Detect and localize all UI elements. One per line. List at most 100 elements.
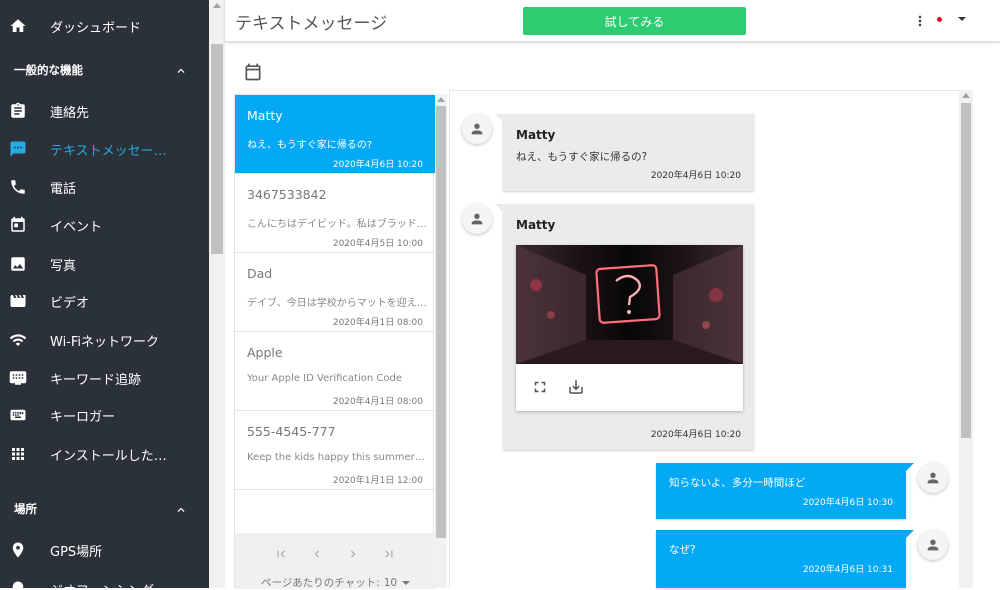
sidebar-item-label: テキストメッセー… <box>50 143 167 159</box>
sidebar-item-keyword-tracking[interactable]: キーワード追跡 <box>0 359 209 397</box>
chat-preview: Keep the kids happy this summer with <box>247 452 427 463</box>
scrollbar-thumb[interactable] <box>211 44 223 254</box>
message-bubble-incoming: Matty 2020年4月6日 10:20 <box>495 204 754 450</box>
phone-icon <box>11 180 25 194</box>
contacts-icon <box>11 102 25 118</box>
sidebar-item-label: 写真 <box>50 258 77 274</box>
chat-name: Dad <box>247 266 273 281</box>
chat-item[interactable]: Dad デイブ、今日は学校からマットを迎えに行って 2020年4月1日 08:0… <box>235 253 435 332</box>
chat-item[interactable]: Apple Your Apple ID Verification Code 20… <box>235 332 435 411</box>
sidebar-item-events[interactable]: イベント <box>0 206 209 244</box>
scrollbar-thumb[interactable] <box>436 106 446 538</box>
message-text: なぜ? <box>669 544 696 556</box>
chat-time: 2020年4月5日 10:00 <box>332 239 423 249</box>
message-time: 2020年4月6日 10:31 <box>802 565 893 575</box>
message-bubble-incoming: Matty ねえ、もうすぐ家に帰るの? 2020年4月6日 10:20 <box>495 114 754 191</box>
sidebar-item-label: キーワード追跡 <box>50 372 142 388</box>
message-bubble-outgoing: なぜ? 2020年4月6日 10:31 <box>656 530 914 588</box>
calendar-icon[interactable] <box>243 62 263 82</box>
sidebar-item-geofencing[interactable]: ジオフェンシング <box>0 570 209 588</box>
message-thread: Matty ねえ、もうすぐ家に帰るの? 2020年4月6日 10:20 Matt… <box>449 90 959 588</box>
chat-name: Matty <box>247 108 283 123</box>
keyboard-icon <box>10 409 26 421</box>
sidebar-item-dashboard[interactable]: ダッシュボード <box>0 7 209 45</box>
chat-preview: Your Apple ID Verification Code <box>247 373 402 384</box>
caret-down-icon <box>402 581 411 585</box>
sidebar-item-label: ダッシュボード <box>50 20 142 36</box>
sidebar-item-label: 電話 <box>50 181 77 197</box>
section-label: 一般的な機能 <box>14 63 83 77</box>
sidebar-item-wifi[interactable]: Wi-Fiネットワーク <box>0 321 209 359</box>
message-icon <box>10 141 26 157</box>
section-label: 場所 <box>14 502 37 516</box>
sidebar-item-label: キーロガー <box>50 409 116 425</box>
chevron-up-icon <box>177 68 185 73</box>
sidebar-item-photos[interactable]: 写真 <box>0 245 209 283</box>
download-icon[interactable] <box>567 378 585 396</box>
chat-name: 3467533842 <box>247 187 327 202</box>
person-icon <box>471 213 483 225</box>
sidebar-item-label: ビデオ <box>50 295 90 311</box>
sidebar-item-contacts[interactable]: 連絡先 <box>0 92 209 130</box>
last-page-icon[interactable] <box>382 547 396 561</box>
try-it-button[interactable]: 試してみる <box>523 7 746 35</box>
header: テキストメッセージ 試してみる <box>225 0 1000 42</box>
first-page-icon[interactable] <box>274 547 288 561</box>
sidebar-item-phone[interactable]: 電話 <box>0 168 209 206</box>
home-icon <box>10 19 26 32</box>
caret-down-icon[interactable] <box>958 17 966 21</box>
per-page-select[interactable]: 10 <box>384 577 397 589</box>
scrollbar-thumb[interactable] <box>961 103 971 438</box>
chat-time: 2020年4月1日 08:00 <box>332 397 423 407</box>
sidebar-item-label: ジオフェンシング <box>50 580 154 589</box>
chat-time: 2020年4月6日 10:20 <box>332 160 423 170</box>
more-vert-icon[interactable] <box>912 13 928 29</box>
avatar <box>462 114 492 144</box>
chevron-left-icon[interactable] <box>310 547 324 561</box>
fullscreen-icon[interactable] <box>531 378 549 396</box>
scroll-up-arrow-icon[interactable] <box>437 97 445 102</box>
chat-preview: ねえ、もうすぐ家に帰るの? <box>247 140 373 151</box>
sidebar-section-general[interactable]: 一般的な機能 <box>0 55 209 85</box>
sidebar-item-text-messages[interactable]: テキストメッセー… <box>0 130 209 168</box>
video-icon <box>10 295 26 307</box>
chat-list: Matty ねえ、もうすぐ家に帰るの? 2020年4月6日 10:20 3467… <box>234 94 435 589</box>
sidebar-item-label: 連絡先 <box>50 105 90 121</box>
chevron-right-icon[interactable] <box>346 547 360 561</box>
chat-preview: デイブ、今日は学校からマットを迎えに行って <box>247 298 427 309</box>
chevron-up-icon <box>177 507 185 512</box>
page-title: テキストメッセージ <box>235 14 388 34</box>
sidebar-item-label: Wi-Fiネットワーク <box>50 334 160 350</box>
message-time: 2020年4月6日 10:30 <box>802 498 893 508</box>
chat-item[interactable]: 555-4545-777 Keep the kids happy this su… <box>235 411 435 490</box>
sidebar-item-keylogger[interactable]: キーロガー <box>0 396 209 434</box>
avatar <box>918 530 948 560</box>
message-time: 2020年4月6日 10:20 <box>650 430 741 440</box>
japan-flag-icon[interactable] <box>931 13 949 26</box>
main-scrollbar[interactable] <box>209 0 225 588</box>
keyword-icon <box>9 371 27 385</box>
sidebar-item-installed-apps[interactable]: インストールした… <box>0 435 209 473</box>
message-image[interactable] <box>516 245 743 364</box>
message-scrollbar[interactable] <box>959 90 973 588</box>
message-text: 知らないよ、多分一時間ほど <box>669 477 806 489</box>
scroll-up-arrow-icon[interactable] <box>962 93 970 98</box>
chat-item[interactable]: Matty ねえ、もうすぐ家に帰るの? 2020年4月6日 10:20 <box>235 95 435 174</box>
sidebar-item-video[interactable]: ビデオ <box>0 282 209 320</box>
message-sender: Matty <box>516 218 556 232</box>
geofence-icon <box>12 581 24 588</box>
sidebar-section-location[interactable]: 場所 <box>0 494 209 524</box>
chat-item[interactable]: 3467533842 こんにちはデイビッド。私はブラッドです。 2020年4月5… <box>235 174 435 253</box>
message-bubble-outgoing: 知らないよ、多分一時間ほど 2020年4月6日 10:30 <box>656 463 914 519</box>
sidebar-item-gps-location[interactable]: GPS場所 <box>0 531 209 569</box>
chat-list-scrollbar[interactable] <box>435 94 447 588</box>
photo-icon <box>11 257 25 271</box>
scroll-up-arrow-icon[interactable] <box>213 3 221 8</box>
neon-question-mark-image <box>516 245 743 364</box>
chat-preview: こんにちはデイビッド。私はブラッドです。 <box>247 219 427 230</box>
media-card <box>516 245 743 411</box>
chat-name: 555-4545-777 <box>247 424 336 439</box>
avatar <box>918 463 948 493</box>
per-page-label: ページあたりのチャット: <box>261 577 380 589</box>
sidebar-item-label: イベント <box>50 219 103 235</box>
